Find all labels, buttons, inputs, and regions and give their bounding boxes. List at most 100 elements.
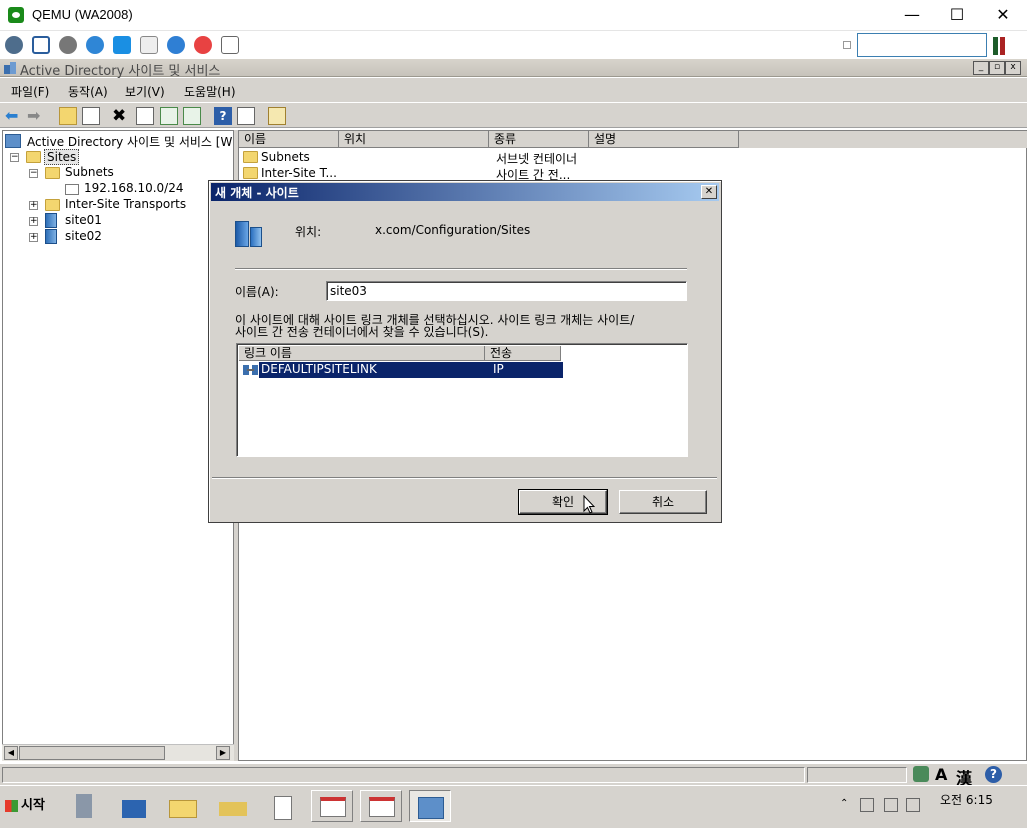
windows-icon[interactable] (113, 36, 131, 54)
minimize-button[interactable]: — (889, 0, 935, 31)
column-description[interactable]: 설명 (589, 131, 739, 148)
taskbar-window-button[interactable] (360, 790, 402, 822)
up-folder-icon[interactable] (59, 107, 77, 125)
windows-logo-icon (5, 800, 18, 812)
tray-volume-icon[interactable] (906, 798, 920, 812)
refresh-icon[interactable] (86, 36, 104, 54)
maximize-button[interactable]: ☐ (934, 0, 980, 31)
expand-icon[interactable]: + (29, 233, 38, 242)
refresh-icon[interactable] (160, 107, 178, 125)
site-icon (45, 229, 57, 244)
show-pane-icon[interactable] (237, 107, 255, 125)
location-label: 위치: (295, 225, 322, 239)
toolbar-toggle[interactable] (843, 41, 851, 49)
column-location[interactable]: 위치 (339, 131, 489, 148)
row-name: Inter-Site T... (261, 166, 337, 180)
menu-view[interactable]: 보기(V) (125, 83, 165, 100)
ad-sites-icon (5, 134, 21, 148)
fullscreen-icon[interactable] (32, 36, 50, 54)
delete-icon[interactable]: ✖ (112, 107, 130, 125)
back-icon[interactable]: ⬅ (5, 107, 23, 125)
dialog-titlebar[interactable]: 새 개체 - 사이트 ✕ (211, 183, 719, 201)
window-title: QEMU (WA2008) (32, 7, 133, 22)
site-link-list[interactable]: 링크 이름 전송 DEFAULTIPSITELINK IP (236, 343, 688, 457)
column-type[interactable]: 종류 (489, 131, 589, 148)
taskbar-ad-sites-button[interactable] (409, 790, 451, 822)
folder-tools-icon[interactable] (213, 790, 255, 822)
powershell-icon[interactable] (114, 790, 156, 822)
notepad-icon[interactable] (262, 790, 304, 822)
gear-icon[interactable] (59, 36, 77, 54)
forward-icon[interactable]: ➡ (27, 107, 45, 125)
properties-icon[interactable] (136, 107, 154, 125)
column-name[interactable]: 이름 (239, 131, 339, 148)
mdi-minimize-button[interactable]: _ (973, 61, 989, 75)
mdi-close-button[interactable]: x (1005, 61, 1021, 75)
site-name-input[interactable] (326, 281, 687, 301)
collapse-icon[interactable]: − (29, 169, 38, 178)
clock-time[interactable]: 오전 6:15 (940, 791, 993, 808)
guest-indicator-icon (990, 35, 1014, 57)
expand-icon[interactable]: + (29, 201, 38, 210)
mdi-restore-button[interactable]: ▫ (989, 61, 1005, 75)
status-pane-main (2, 767, 805, 783)
help-icon[interactable]: ? (985, 766, 1002, 783)
scroll-right-icon[interactable]: ▶ (216, 746, 230, 760)
menu-action[interactable]: 동작(A) (68, 83, 108, 100)
taskbar-window-button[interactable] (311, 790, 353, 822)
expand-icon[interactable]: + (29, 217, 38, 226)
mmc-title: Active Directory 사이트 및 서비스 (20, 64, 221, 79)
menu-file[interactable]: 파일(F) (11, 83, 49, 100)
start-label: 시작 (21, 798, 45, 813)
location-value: x.com/Configuration/Sites (375, 223, 531, 237)
column-transport[interactable]: 전송 (485, 346, 561, 361)
mmc-toolbar: ⬅ ➡ ✖ ? (0, 102, 1027, 128)
name-label: 이름(A): (235, 285, 279, 299)
cancel-button[interactable]: 취소 (619, 490, 707, 514)
site-link-row[interactable]: DEFAULTIPSITELINK IP (239, 362, 563, 378)
close-button[interactable]: ✕ (980, 0, 1026, 31)
server-manager-icon[interactable] (66, 790, 108, 822)
language-bar-icon[interactable] (913, 766, 929, 782)
export-icon[interactable] (183, 107, 201, 125)
explorer-icon[interactable] (163, 790, 205, 822)
start-button[interactable]: 시작 (3, 794, 53, 820)
taskbar: 시작 ⌃ 오전 6:15 (0, 785, 1027, 828)
folder-icon (26, 151, 41, 163)
divider (235, 268, 687, 270)
site-link-icon (243, 363, 259, 377)
info-icon[interactable] (167, 36, 185, 54)
scroll-left-icon[interactable]: ◀ (4, 746, 18, 760)
menu-help[interactable]: 도움말(H) (184, 83, 236, 100)
menu-bar: 파일(F) 동작(A) 보기(V) 도움말(H) (0, 78, 1027, 102)
row-type: 서브넷 컨테이너 (496, 152, 578, 166)
dialog-close-button[interactable]: ✕ (701, 185, 717, 199)
usb-icon[interactable] (140, 36, 158, 54)
folder-icon (45, 167, 60, 179)
tray-expand-icon[interactable]: ⌃ (840, 798, 848, 809)
tray-network-icon[interactable] (884, 798, 898, 812)
ad-sites-icon (3, 61, 17, 75)
ime-mode-a[interactable]: A (935, 765, 947, 784)
tray-flag-icon[interactable] (860, 798, 874, 812)
show-hide-tree-icon[interactable] (82, 107, 100, 125)
scroll-thumb[interactable] (19, 746, 165, 760)
search-input[interactable] (857, 33, 987, 57)
subnet-icon (65, 184, 79, 195)
console-tree[interactable]: Active Directory 사이트 및 서비스 [W − Sites − … (2, 130, 234, 761)
tree-label-sites: Sites (44, 149, 80, 165)
link-name-cell: DEFAULTIPSITELINK (259, 362, 487, 378)
folder-icon (243, 167, 258, 179)
eject-icon[interactable] (221, 36, 239, 54)
tree-horizontal-scrollbar[interactable]: ◀ ▶ (2, 744, 234, 761)
site-icon (45, 213, 57, 228)
new-site-dialog: 새 개체 - 사이트 ✕ 위치: x.com/Configuration/Sit… (208, 180, 722, 523)
new-site-icon[interactable] (268, 107, 286, 125)
stop-icon[interactable] (194, 36, 212, 54)
collapse-icon[interactable]: − (10, 153, 19, 162)
settings-cluster-icon[interactable] (5, 36, 23, 54)
help-icon[interactable]: ? (214, 107, 232, 125)
tree-label-subnet: 192.168.10.0/24 (84, 181, 184, 195)
column-link-name[interactable]: 링크 이름 (239, 346, 485, 361)
tree-label-site02: site02 (65, 229, 102, 243)
